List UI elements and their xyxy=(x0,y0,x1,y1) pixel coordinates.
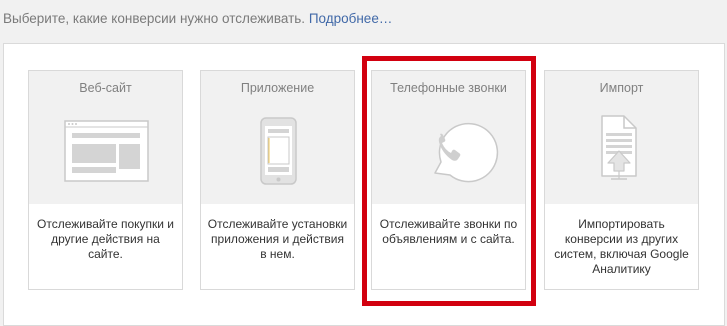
card-phone-calls[interactable]: Телефонные звонки Отслеживайте звонки по… xyxy=(371,70,526,290)
mobile-app-icon xyxy=(260,117,297,185)
intro-text: Выберите, какие конверсии нужно отслежив… xyxy=(3,11,306,26)
card-import-description: Импортировать конверсии из других систем… xyxy=(554,217,689,276)
import-icon xyxy=(601,115,637,180)
card-app-description: Отслеживайте установки приложения и дейс… xyxy=(207,217,348,261)
card-website-description: Отслеживайте покупки и другие действия н… xyxy=(37,217,174,261)
website-icon xyxy=(64,120,149,182)
card-phone-calls-description: Отслеживайте звонки по объявлениям и с с… xyxy=(379,217,518,246)
intro-line: Выберите, какие конверсии нужно отслежив… xyxy=(3,11,392,26)
phone-call-icon xyxy=(434,122,499,183)
card-app[interactable]: Приложение Отслеживайте установки прилож… xyxy=(200,70,355,290)
learn-more-link[interactable]: Подробнее… xyxy=(309,11,393,26)
card-website[interactable]: Веб-сайт Отслеживайте покупки и другие д… xyxy=(28,70,183,290)
card-import[interactable]: Импорт Импортировать конверсии из других… xyxy=(544,70,699,290)
